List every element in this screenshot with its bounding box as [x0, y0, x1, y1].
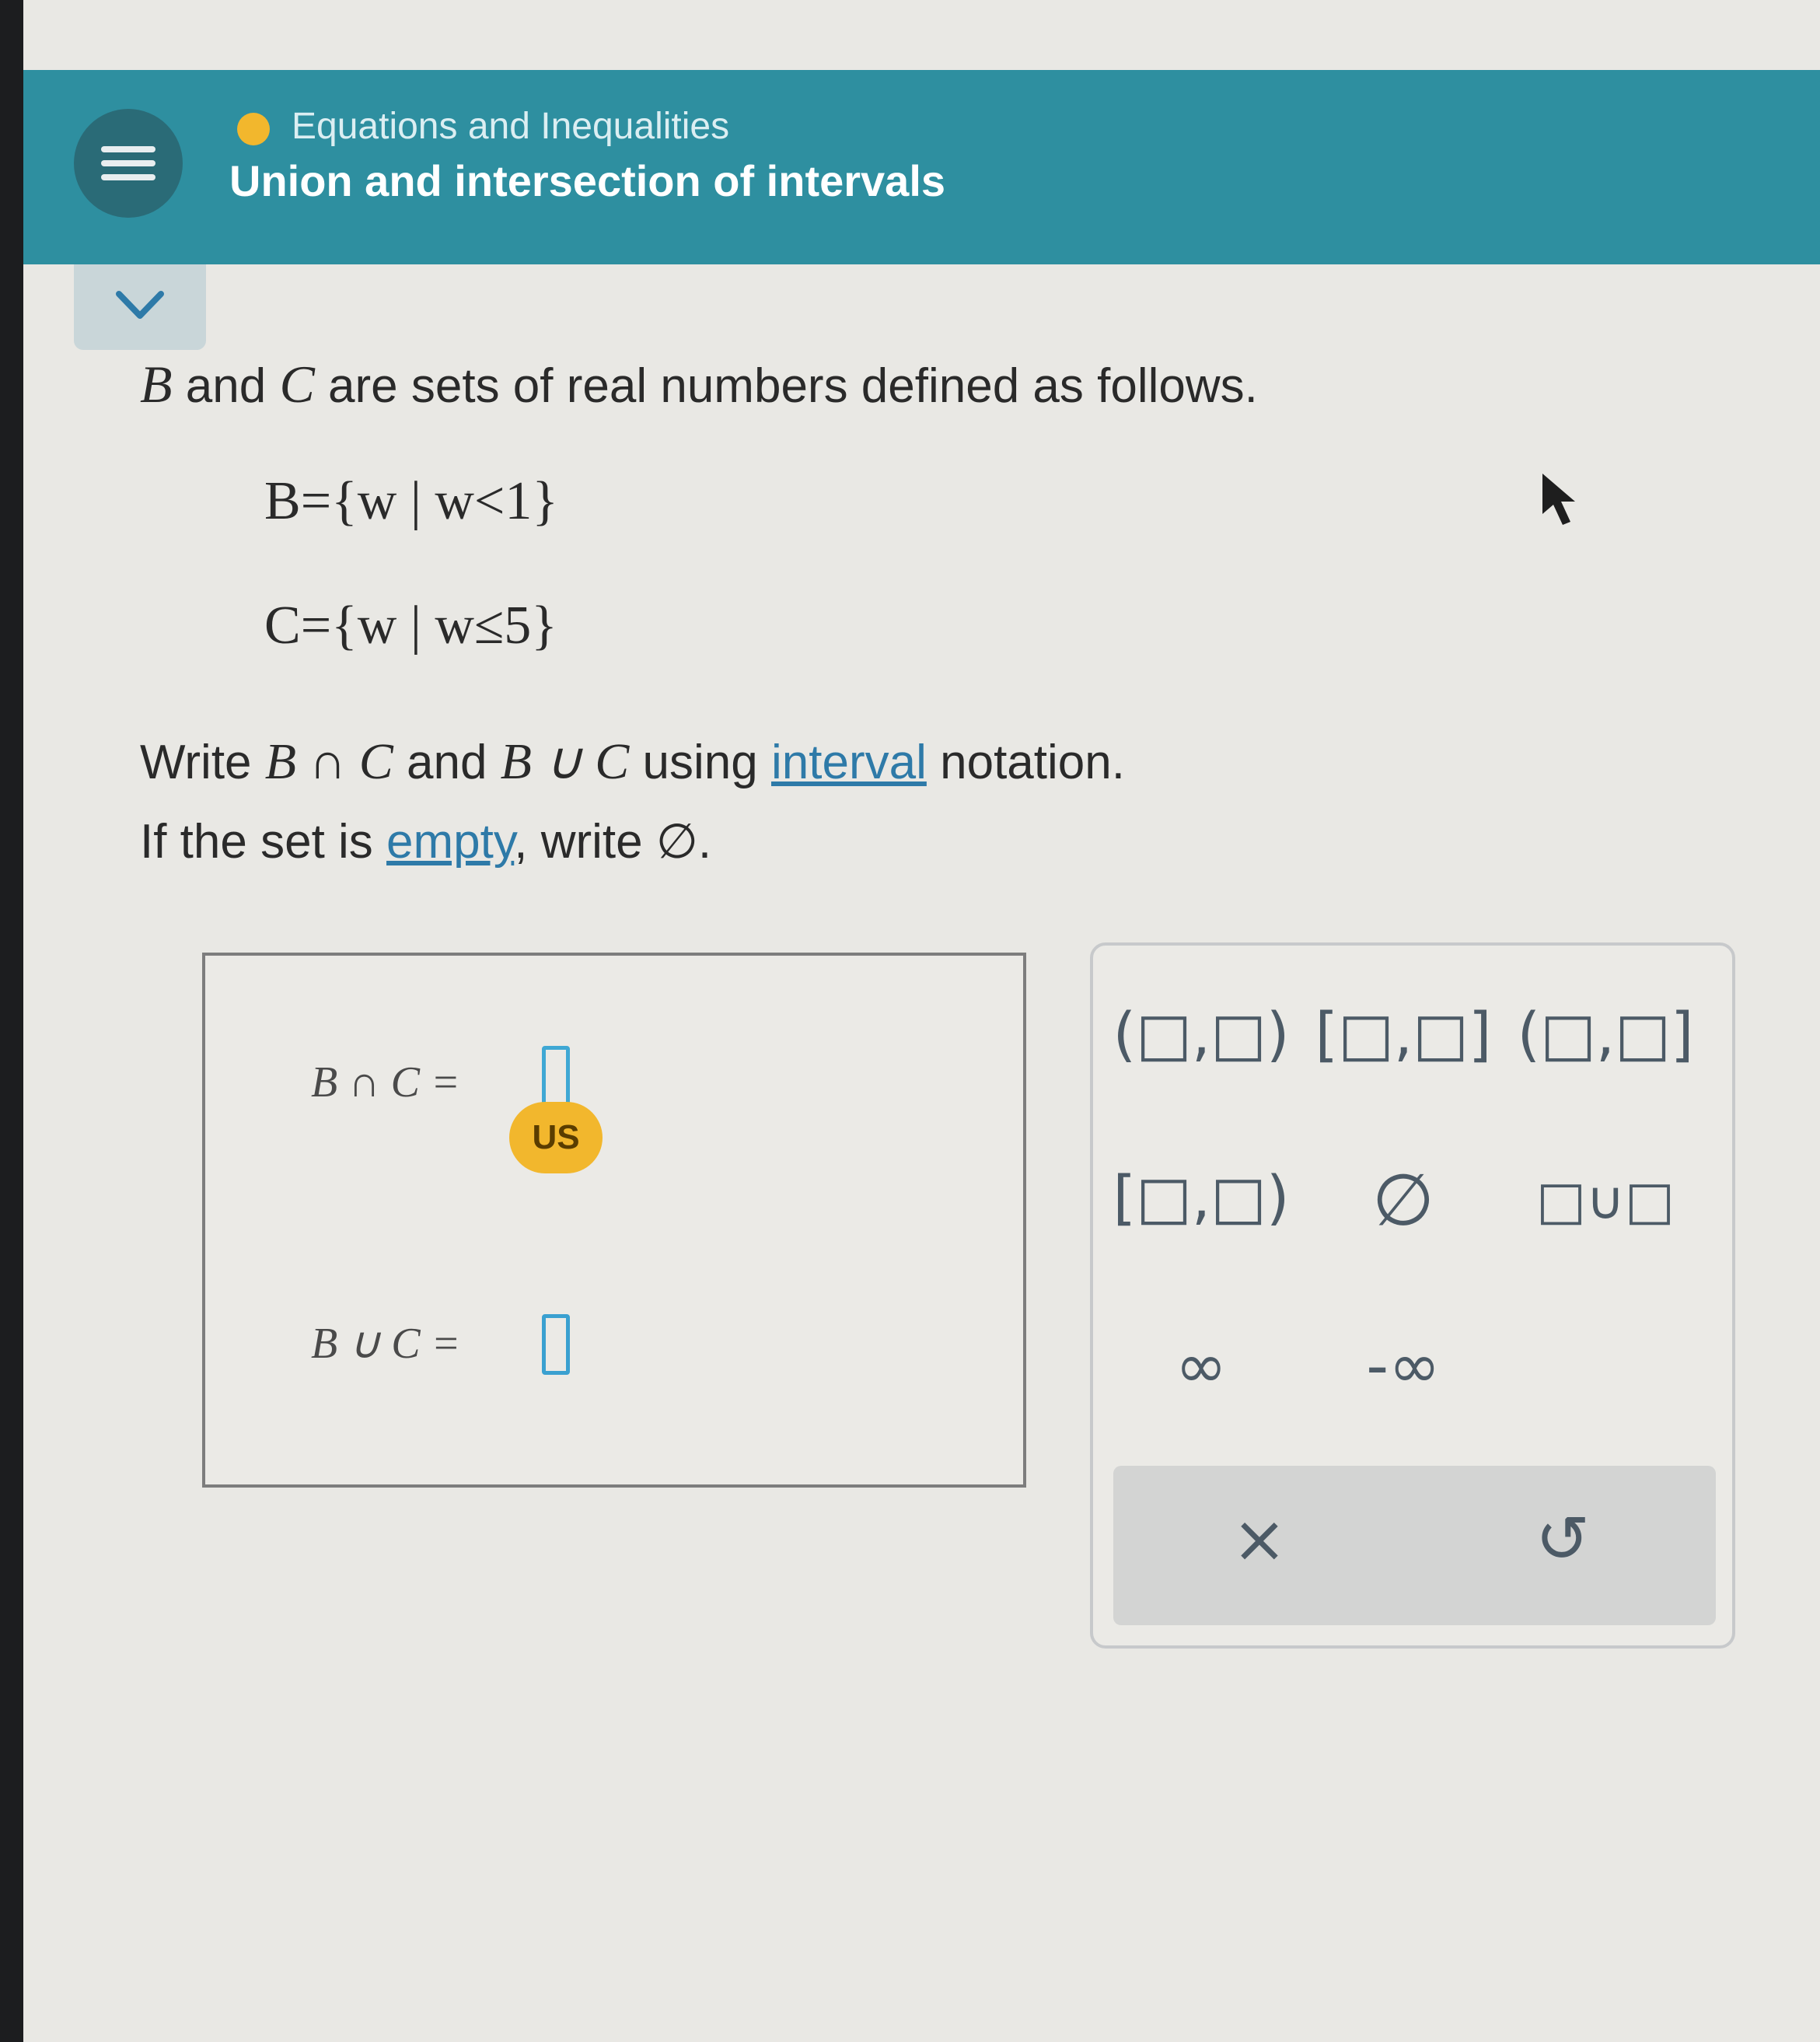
- var-c: C: [279, 355, 315, 414]
- menu-icon-bar: [101, 160, 155, 166]
- interval-link[interactable]: interval: [771, 736, 927, 789]
- screen-bezel: [0, 0, 23, 2042]
- intersection-expr: B ∩ C: [264, 733, 393, 790]
- var-b: B: [140, 355, 173, 414]
- set-c-definition: C={w | w≤5}: [264, 596, 557, 656]
- menu-icon-bar: [101, 174, 155, 180]
- union-expr: B ∪ C: [500, 733, 630, 790]
- negative-infinity-button[interactable]: -∞: [1306, 1330, 1500, 1402]
- intersection-answer-input[interactable]: [542, 1046, 570, 1107]
- set-b-definition: B={w | w<1}: [264, 471, 558, 531]
- chevron-down-icon: [116, 291, 164, 319]
- infinity-button[interactable]: ∞: [1104, 1330, 1298, 1402]
- empty-set-button[interactable]: ∅: [1306, 1159, 1500, 1242]
- collapse-toggle[interactable]: [74, 264, 206, 350]
- instruction-line: Write B ∩ C and B ∪ C using interval not…: [140, 731, 1125, 792]
- instruction-post: notation.: [926, 736, 1125, 789]
- us-badge: US: [509, 1102, 603, 1173]
- union-button[interactable]: □∪□: [1508, 1170, 1703, 1232]
- menu-button[interactable]: [74, 109, 183, 218]
- intro-and: and: [172, 359, 280, 413]
- closed-open-interval-button[interactable]: [□,□): [1104, 1163, 1298, 1232]
- empty-link[interactable]: empty: [386, 815, 514, 869]
- open-open-interval-button[interactable]: (□,□): [1104, 999, 1298, 1068]
- intro-rest: are sets of real numbers defined as foll…: [314, 359, 1258, 413]
- breadcrumb-topic: Equations and Inequalities: [292, 106, 730, 147]
- instruction-and: and: [393, 736, 501, 789]
- instruction-using: using: [629, 736, 771, 789]
- answer-box: [202, 953, 1026, 1488]
- empty-pre: If the set is: [140, 815, 387, 869]
- undo-button[interactable]: ↺: [1485, 1501, 1640, 1577]
- closed-closed-interval-button[interactable]: [□,□]: [1306, 999, 1500, 1068]
- problem-intro: B and C are sets of real numbers defined…: [140, 354, 1258, 415]
- union-answer-input[interactable]: [542, 1314, 570, 1375]
- page-title: Union and intersection of intervals: [229, 156, 946, 205]
- menu-icon: [101, 146, 155, 152]
- empty-post: , write ∅.: [514, 815, 712, 869]
- instruction-pre: Write: [140, 736, 265, 789]
- empty-instruction-line: If the set is empty, write ∅.: [140, 813, 711, 869]
- topic-status-dot: [237, 113, 270, 145]
- intersection-label: B ∩ C =: [311, 1058, 460, 1107]
- mouse-cursor-icon: [1542, 474, 1575, 525]
- union-label: B ∪ C =: [311, 1320, 461, 1368]
- clear-button[interactable]: ×: [1182, 1501, 1337, 1577]
- open-closed-interval-button[interactable]: (□,□]: [1508, 999, 1703, 1068]
